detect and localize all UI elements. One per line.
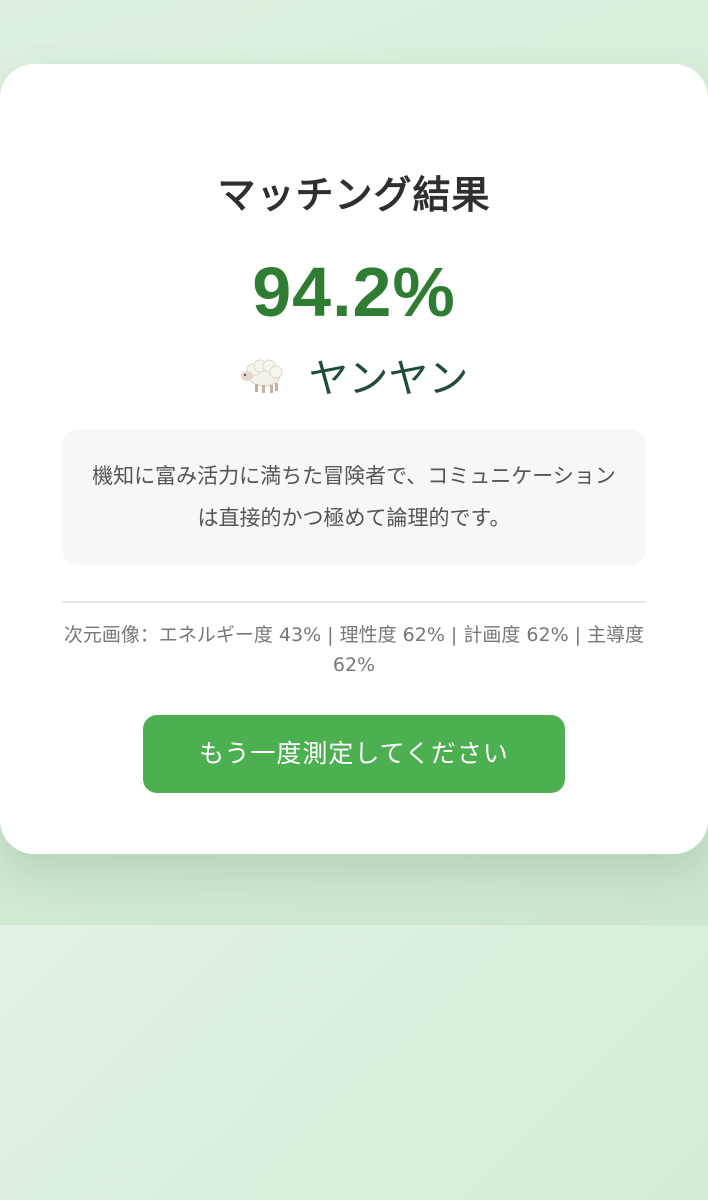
result-title: マッチング結果 <box>217 173 491 217</box>
animal-name: ヤンヤン <box>308 356 469 402</box>
background-bottom <box>0 925 708 1200</box>
animal-type: ヤンヤン <box>0 346 708 404</box>
sheep-icon <box>240 355 284 395</box>
dimension-summary: 次元画像：エネルギー度 43% | 理性度 62% | 計画度 62% | 主導… <box>63 624 645 676</box>
result-card: マッチング結果 94.2% ヤンヤン 機知に富み活力に満ちた冒険者で、コミュニケ… <box>0 64 708 854</box>
retry-button[interactable]: もう一度測定してください <box>143 715 565 793</box>
divider <box>62 601 646 603</box>
match-score: 94.2% <box>252 253 456 331</box>
description-text: 機知に富み活力に満ちた冒険者で、コミュニケーションは直接的かつ極めて論理的です。 <box>92 464 616 530</box>
description-box: 機知に富み活力に満ちた冒険者で、コミュニケーションは直接的かつ極めて論理的です。 <box>62 429 646 565</box>
